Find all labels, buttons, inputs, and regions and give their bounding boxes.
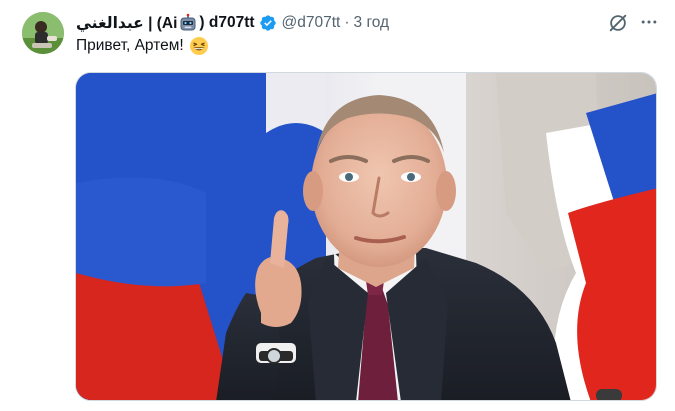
- separator-dot: ·: [344, 14, 350, 31]
- tweet-text-content: Привет, Артем!: [76, 37, 184, 54]
- grinning-squinting-face-icon: [189, 36, 209, 56]
- tweet-text: Привет, Артем!: [76, 36, 209, 56]
- tweet-header: عبدالغني | (Ai ) d707tt @d707tt · 3 год: [76, 11, 389, 35]
- more-options-icon[interactable]: [637, 10, 661, 34]
- grok-icon[interactable]: [607, 12, 629, 34]
- author-avatar[interactable]: [22, 12, 64, 54]
- tweet-photo[interactable]: [75, 72, 657, 401]
- author-display-name[interactable]: عبدالغني | (Ai ) d707tt: [76, 13, 255, 33]
- post-timestamp[interactable]: 3 год: [354, 14, 390, 32]
- author-handle[interactable]: @d707tt: [282, 14, 341, 32]
- verified-badge-icon[interactable]: [259, 14, 277, 32]
- author-name-prefix: عبدالغني | (Ai: [76, 14, 178, 32]
- author-name-suffix: ) d707tt: [199, 14, 255, 31]
- tweet[interactable]: عبدالغني | (Ai ) d707tt @d707tt · 3 год …: [0, 0, 675, 411]
- robot-face-icon: [178, 13, 198, 33]
